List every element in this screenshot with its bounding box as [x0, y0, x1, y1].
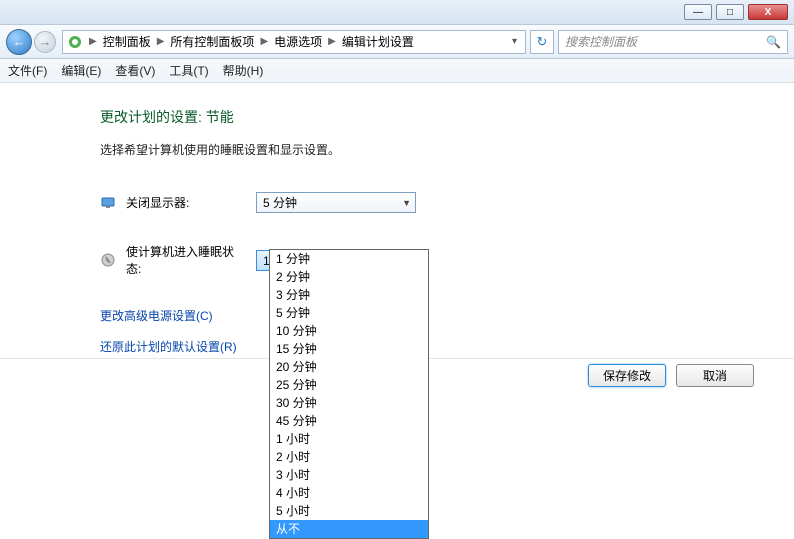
monitor-icon	[100, 195, 116, 211]
dropdown-option[interactable]: 5 小时	[270, 502, 428, 520]
dropdown-option[interactable]: 15 分钟	[270, 340, 428, 358]
display-off-value: 5 分钟	[263, 194, 297, 211]
dropdown-option[interactable]: 5 分钟	[270, 304, 428, 322]
menu-view[interactable]: 查看(V)	[115, 62, 155, 79]
display-off-dropdown[interactable]: 5 分钟 ▼	[256, 192, 416, 213]
cancel-button[interactable]: 取消	[676, 364, 754, 387]
moon-icon	[100, 252, 116, 268]
menu-file[interactable]: 文件(F)	[8, 62, 47, 79]
dropdown-option[interactable]: 10 分钟	[270, 322, 428, 340]
window-titlebar: — □ X	[0, 0, 794, 25]
save-button[interactable]: 保存修改	[588, 364, 666, 387]
restore-link[interactable]: 还原此计划的默认设置(R)	[100, 338, 794, 355]
menu-bar: 文件(F) 编辑(E) 查看(V) 工具(T) 帮助(H)	[0, 59, 794, 83]
advanced-link[interactable]: 更改高级电源设置(C)	[100, 307, 794, 324]
menu-tools[interactable]: 工具(T)	[169, 62, 208, 79]
dropdown-option[interactable]: 2 小时	[270, 448, 428, 466]
dropdown-option[interactable]: 从不	[270, 520, 428, 538]
setting-display-off: 关闭显示器: 5 分钟 ▼	[100, 192, 794, 213]
footer-buttons: 保存修改 取消	[588, 364, 754, 387]
dropdown-option[interactable]: 45 分钟	[270, 412, 428, 430]
dropdown-option[interactable]: 3 小时	[270, 466, 428, 484]
control-panel-icon	[67, 34, 83, 50]
menu-edit[interactable]: 编辑(E)	[61, 62, 101, 79]
dropdown-option[interactable]: 3 分钟	[270, 286, 428, 304]
display-off-label: 关闭显示器:	[126, 194, 246, 211]
back-button[interactable]: ←	[6, 29, 32, 55]
forward-button[interactable]: →	[34, 31, 56, 53]
search-placeholder: 搜索控制面板	[565, 33, 637, 50]
search-icon[interactable]: 🔍	[766, 35, 781, 49]
breadcrumb-bar[interactable]: ▶ 控制面板 ▶ 所有控制面板项 ▶ 电源选项 ▶ 编辑计划设置 ▾	[62, 30, 526, 54]
refresh-button[interactable]: ↻	[530, 30, 554, 54]
breadcrumb-sep-icon: ▶	[326, 36, 338, 47]
sleep-dropdown-list[interactable]: 1 分钟2 分钟3 分钟5 分钟10 分钟15 分钟20 分钟25 分钟30 分…	[269, 249, 429, 539]
setting-sleep: 使计算机进入睡眠状态: 15 分钟 ▼	[100, 243, 794, 277]
dropdown-option[interactable]: 1 分钟	[270, 250, 428, 268]
sleep-label: 使计算机进入睡眠状态:	[126, 243, 246, 277]
breadcrumb-dropdown-icon[interactable]: ▾	[508, 36, 521, 47]
dropdown-option[interactable]: 1 小时	[270, 430, 428, 448]
dropdown-option[interactable]: 20 分钟	[270, 358, 428, 376]
dropdown-option[interactable]: 30 分钟	[270, 394, 428, 412]
page-subtitle: 选择希望计算机使用的睡眠设置和显示设置。	[100, 141, 794, 158]
maximize-button[interactable]: □	[716, 4, 744, 20]
search-input[interactable]: 搜索控制面板 🔍	[558, 30, 788, 54]
breadcrumb-item[interactable]: 控制面板	[103, 33, 151, 50]
breadcrumb-sep-icon: ▶	[87, 36, 99, 47]
chevron-down-icon: ▼	[402, 198, 411, 208]
address-bar-row: ← → ▶ 控制面板 ▶ 所有控制面板项 ▶ 电源选项 ▶ 编辑计划设置 ▾ ↻…	[0, 25, 794, 59]
breadcrumb-sep-icon: ▶	[258, 36, 270, 47]
dropdown-option[interactable]: 2 分钟	[270, 268, 428, 286]
page-title: 更改计划的设置: 节能	[100, 107, 794, 127]
breadcrumb-item[interactable]: 电源选项	[274, 33, 322, 50]
minimize-button[interactable]: —	[684, 4, 712, 20]
dropdown-option[interactable]: 4 小时	[270, 484, 428, 502]
breadcrumb-sep-icon: ▶	[155, 36, 167, 47]
menu-help[interactable]: 帮助(H)	[223, 62, 264, 79]
breadcrumb-item[interactable]: 所有控制面板项	[170, 33, 254, 50]
close-button[interactable]: X	[748, 4, 788, 20]
dropdown-option[interactable]: 25 分钟	[270, 376, 428, 394]
breadcrumb-item[interactable]: 编辑计划设置	[342, 33, 414, 50]
